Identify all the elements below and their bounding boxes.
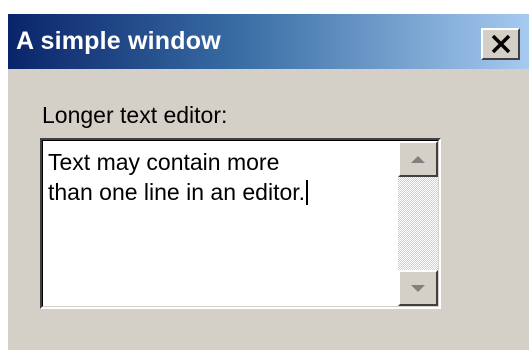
scroll-up-arrow-icon [411, 155, 425, 163]
text-editor-area[interactable]: Text may contain more than one line in a… [42, 140, 439, 307]
editor-text-value: Text may contain more than one line in a… [48, 149, 306, 205]
scroll-down-arrow-icon [411, 284, 425, 292]
scroll-up-button[interactable] [398, 141, 438, 177]
close-icon [491, 34, 510, 54]
window-title: A simple window [16, 27, 221, 55]
close-button[interactable] [481, 28, 520, 60]
title-bar[interactable]: A simple window [8, 14, 529, 69]
scroll-down-button[interactable] [398, 270, 438, 306]
app-window: A simple window Longer text editor: Text… [6, 12, 529, 350]
text-caret [306, 180, 309, 205]
editor-content[interactable]: Text may contain more than one line in a… [48, 147, 396, 207]
text-editor[interactable]: Text may contain more than one line in a… [40, 138, 441, 309]
vertical-scrollbar[interactable] [398, 141, 438, 306]
editor-label: Longer text editor: [42, 102, 228, 128]
